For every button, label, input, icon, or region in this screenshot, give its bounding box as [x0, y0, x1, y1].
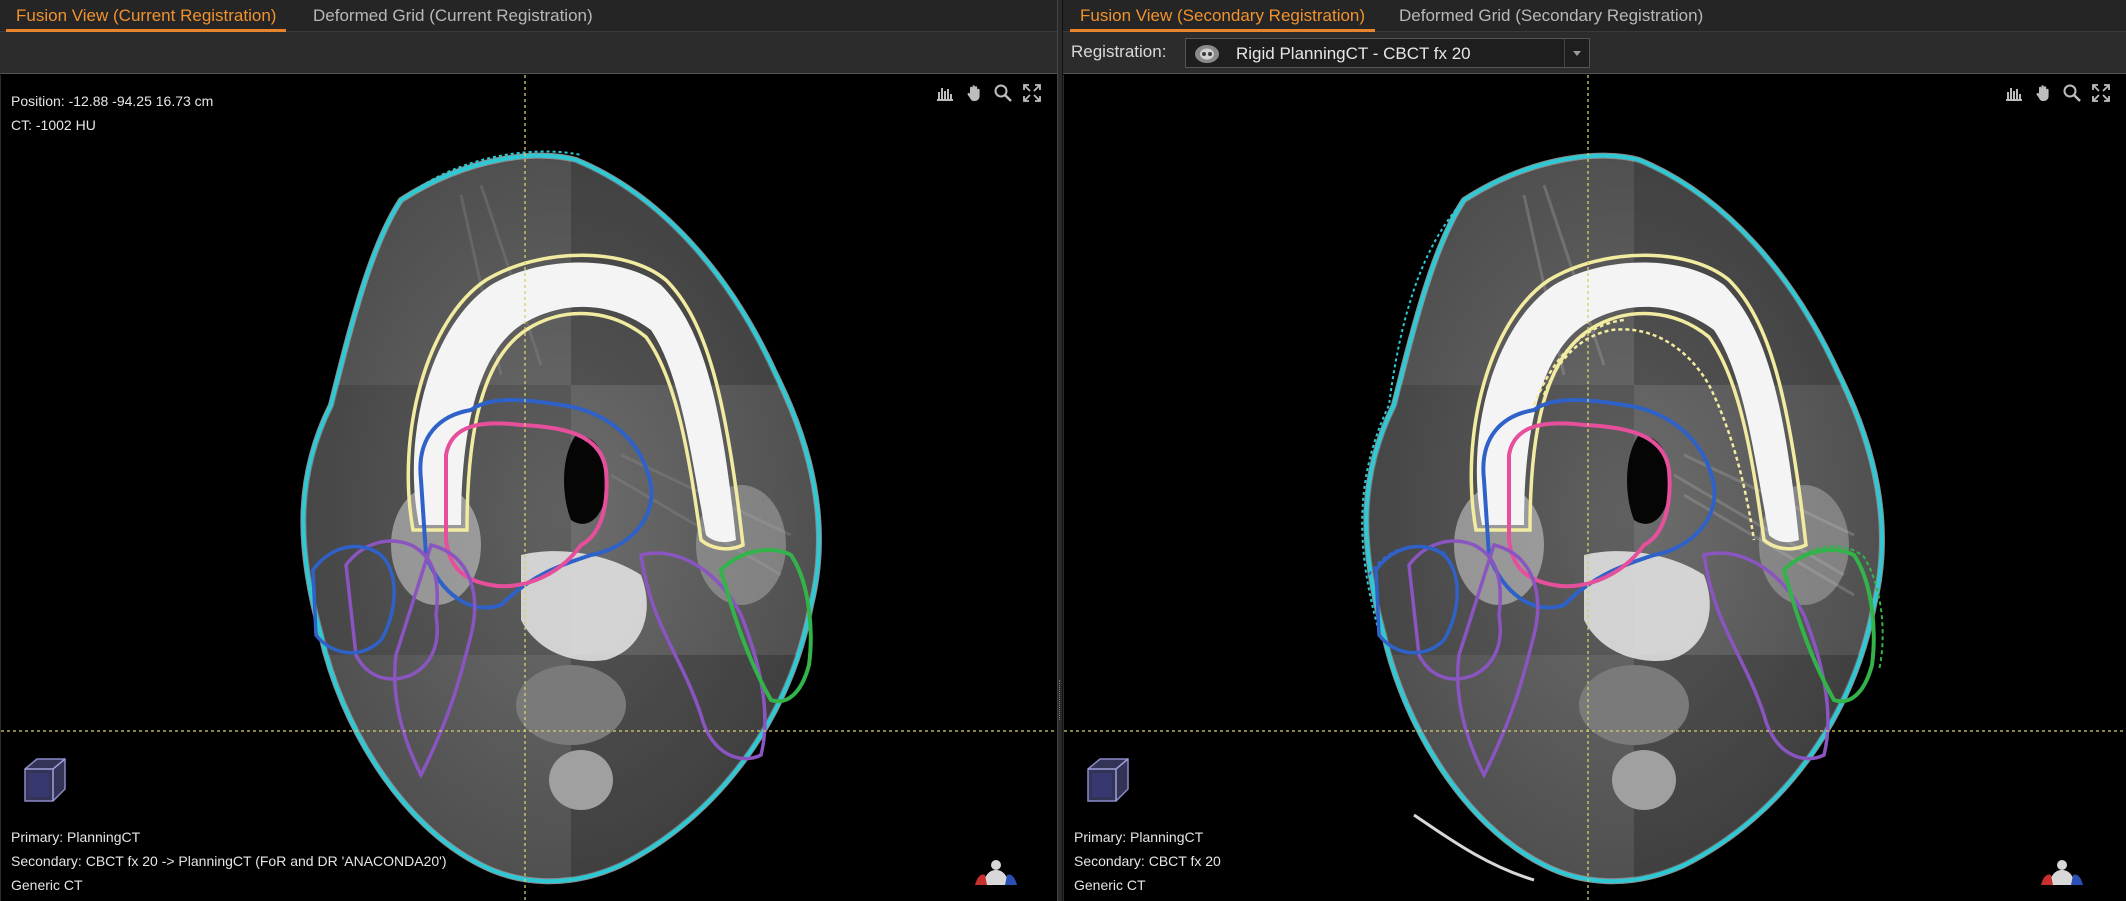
pan-hand-icon[interactable] — [2033, 83, 2053, 103]
secondary-image-label: Secondary: CBCT fx 20 — [1074, 853, 1221, 869]
left-viewer-tools — [935, 83, 1042, 103]
ct-slice-image[interactable] — [1064, 75, 2126, 901]
primary-image-label: Primary: PlanningCT — [11, 829, 141, 845]
tab-deformed-grid-secondary[interactable]: Deformed Grid (Secondary Registration) — [1389, 0, 1713, 32]
primary-image-label: Primary: PlanningCT — [1074, 829, 1204, 845]
left-view-pane: Fusion View (Current Registration) Defor… — [0, 0, 1057, 901]
zoom-icon[interactable] — [2062, 83, 2082, 103]
fullscreen-icon[interactable] — [1022, 83, 1042, 103]
right-view-pane: Fusion View (Secondary Registration) Def… — [1063, 0, 2126, 901]
left-tab-bar: Fusion View (Current Registration) Defor… — [0, 0, 1057, 32]
tab-fusion-view-current[interactable]: Fusion View (Current Registration) — [6, 0, 287, 32]
orientation-cube-icon[interactable] — [19, 755, 71, 807]
image-type-label: Generic CT — [1074, 877, 1146, 893]
right-image-viewer[interactable]: Primary: PlanningCT Secondary: CBCT fx 2… — [1063, 75, 2126, 901]
registration-selected-value: Rigid PlanningCT - CBCT fx 20 — [1236, 44, 1471, 63]
histogram-icon[interactable] — [2004, 83, 2024, 103]
ct-value-readout: CT: -1002 HU — [11, 117, 96, 133]
pan-hand-icon[interactable] — [964, 83, 984, 103]
right-toolbar: Registration: Rigid PlanningCT - CBCT fx… — [1063, 32, 2126, 74]
orientation-cube-icon[interactable] — [1082, 755, 1134, 807]
left-toolbar — [0, 32, 1057, 74]
ct-slice-image[interactable] — [1, 75, 1057, 901]
left-image-viewer[interactable]: Position: -12.88 -94.25 16.73 cm CT: -10… — [0, 75, 1057, 901]
fullscreen-icon[interactable] — [2091, 83, 2111, 103]
chevron-down-icon[interactable] — [1564, 39, 1589, 67]
tab-deformed-grid-current[interactable]: Deformed Grid (Current Registration) — [303, 0, 603, 32]
secondary-image-label: Secondary: CBCT fx 20 -> PlanningCT (FoR… — [11, 853, 447, 869]
image-type-label: Generic CT — [11, 877, 83, 893]
patient-orientation-icon — [975, 860, 1017, 885]
histogram-icon[interactable] — [935, 83, 955, 103]
zoom-icon[interactable] — [993, 83, 1013, 103]
registration-label: Registration: — [1071, 42, 1167, 61]
cursor-position-readout: Position: -12.88 -94.25 16.73 cm — [11, 93, 214, 109]
right-viewer-tools — [2004, 83, 2111, 103]
right-tab-bar: Fusion View (Secondary Registration) Def… — [1063, 0, 2126, 32]
registration-dropdown[interactable]: Rigid PlanningCT - CBCT fx 20 — [1185, 38, 1590, 68]
patient-orientation-icon — [2041, 860, 2083, 885]
tab-fusion-view-secondary[interactable]: Fusion View (Secondary Registration) — [1070, 0, 1376, 32]
registration-icon — [1195, 45, 1219, 63]
